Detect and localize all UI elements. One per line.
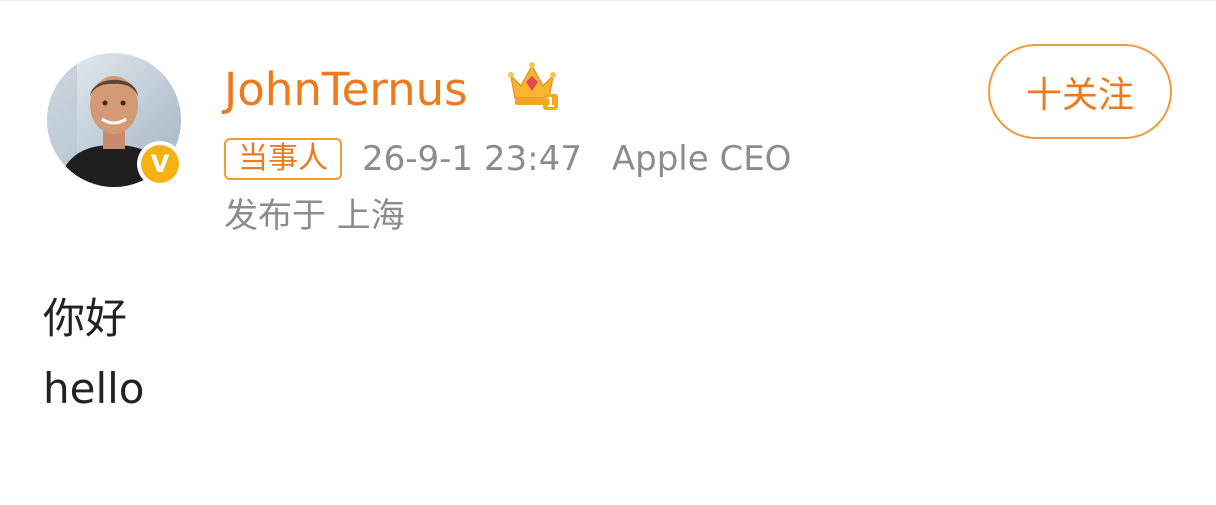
author-name[interactable]: JohnTernus bbox=[224, 60, 468, 120]
party-tag: 当事人 bbox=[224, 138, 342, 180]
meta-row: 当事人 26-9-1 23:47 Apple CEO bbox=[224, 137, 791, 181]
post-source: Apple CEO bbox=[611, 139, 792, 179]
verified-v-icon: V bbox=[141, 145, 179, 183]
verified-badge: V bbox=[137, 141, 183, 187]
post-content-line: 你好 bbox=[43, 294, 128, 343]
top-divider bbox=[0, 0, 1216, 1]
post-location: 发布于 上海 bbox=[224, 196, 405, 236]
post-content: 你好 hello bbox=[43, 284, 145, 424]
follow-button[interactable]: 十关注 bbox=[988, 44, 1172, 139]
crown-rank-label: 1 bbox=[546, 96, 555, 111]
post-timestamp: 26-9-1 23:47 bbox=[362, 139, 582, 179]
crown-icon: 1 bbox=[508, 62, 558, 111]
post-content-line: hello bbox=[43, 364, 145, 413]
